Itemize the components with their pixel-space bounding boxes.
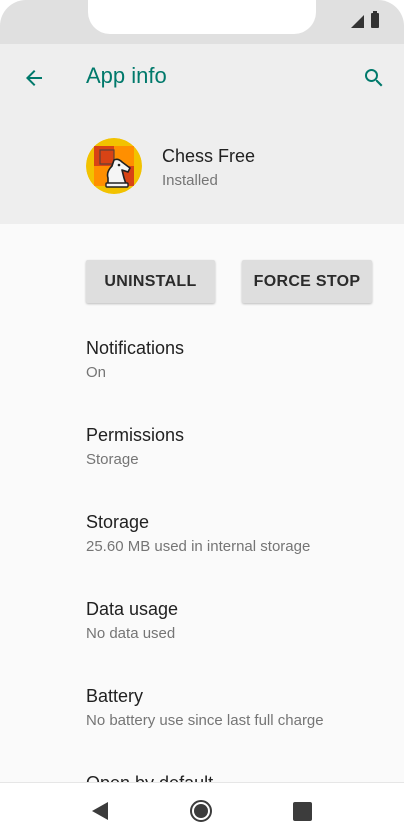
pref-data-usage[interactable]: Data usage No data used	[86, 598, 386, 644]
display-notch	[88, 0, 316, 34]
search-icon	[365, 69, 383, 87]
pref-storage[interactable]: Storage 25.60 MB used in internal storag…	[86, 511, 386, 557]
pref-title: Storage	[86, 512, 150, 532]
pref-summary: No battery use since last full charge	[86, 712, 324, 729]
app-name: Chess Free	[162, 146, 256, 166]
pref-notifications[interactable]: Notifications On	[86, 337, 386, 383]
pref-permissions[interactable]: Permissions Storage	[86, 424, 386, 470]
pref-summary: No data used	[86, 625, 176, 642]
force-stop-button[interactable]: FORCE STOP	[242, 260, 372, 303]
pref-summary: 25.60 MB used in internal storage	[86, 538, 311, 555]
pref-battery[interactable]: Battery No battery use since last full c…	[86, 685, 386, 731]
status-bar	[0, 0, 404, 44]
pref-title: Permissions	[86, 425, 185, 445]
pref-summary: Storage	[86, 451, 139, 468]
nav-back-icon[interactable]	[88, 799, 112, 823]
signal-icon	[351, 15, 364, 28]
app-entity-header: Chess Free Installed	[0, 134, 404, 198]
screen-corner-left	[0, 0, 26, 26]
nav-recents-icon[interactable]	[292, 801, 313, 822]
arrow-back-icon	[26, 70, 42, 86]
navigation-bar	[0, 782, 404, 840]
pref-title: Notifications	[86, 338, 185, 358]
app-install-status: Installed	[162, 172, 218, 189]
search-button[interactable]	[354, 58, 394, 98]
page-title: App info	[86, 63, 167, 88]
app-header: App info Chess Free Installed	[0, 44, 404, 224]
pref-title: Data usage	[86, 599, 179, 619]
pref-title: Battery	[86, 686, 144, 706]
battery-icon	[371, 11, 379, 28]
uninstall-button[interactable]: UNINSTALL	[86, 260, 215, 303]
chess-knight-icon	[86, 138, 142, 194]
toolbar: App info	[0, 44, 404, 112]
nav-home-icon[interactable]	[189, 799, 213, 823]
pref-summary: On	[86, 364, 107, 381]
screen-corner-right	[378, 0, 404, 26]
back-button[interactable]	[14, 58, 54, 98]
phone-screen: App info Chess Free Installed UNINSTALL …	[0, 0, 404, 840]
